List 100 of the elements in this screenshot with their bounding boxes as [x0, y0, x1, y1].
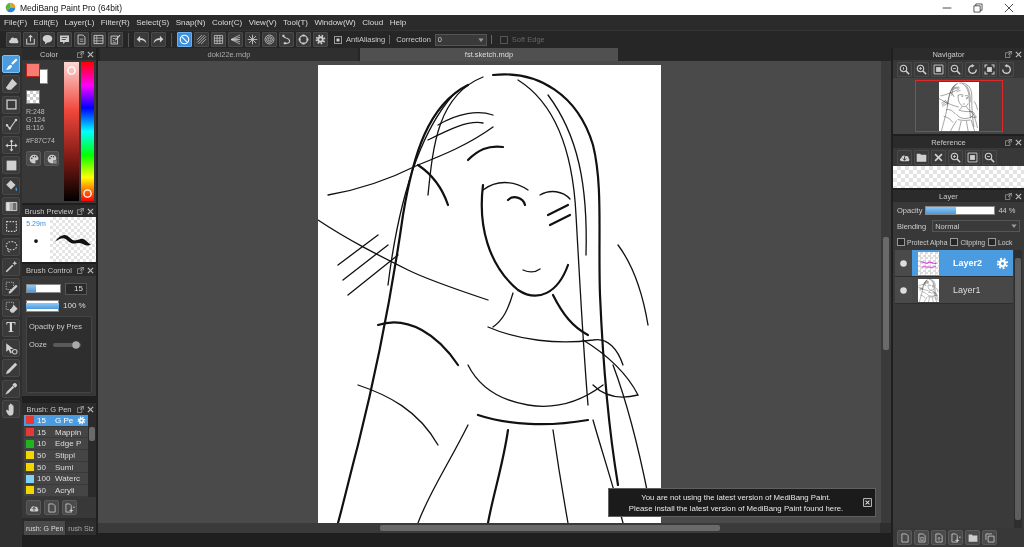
menu-item[interactable]: Cloud	[362, 18, 384, 27]
zoom-in-button[interactable]	[948, 149, 963, 165]
size-field[interactable]: 15	[65, 282, 87, 295]
snap-button[interactable]	[296, 32, 311, 47]
table-button[interactable]	[91, 32, 106, 47]
visibility-toggle[interactable]	[895, 250, 912, 276]
tool-button[interactable]	[2, 197, 20, 216]
close-icon[interactable]	[1015, 138, 1022, 146]
undo-button[interactable]	[134, 32, 149, 47]
tool-button[interactable]	[2, 136, 20, 155]
pop-out-icon[interactable]	[1005, 138, 1012, 146]
remove-button[interactable]	[931, 149, 946, 165]
menu-item[interactable]: Help	[389, 18, 407, 27]
page-add-button[interactable]	[948, 530, 963, 545]
foreground-color-swatch[interactable]	[26, 63, 40, 77]
page-add-button[interactable]	[62, 500, 77, 515]
menu-item[interactable]: View(V)	[248, 18, 277, 27]
antialiasing-checkbox[interactable]	[334, 35, 342, 44]
tool-button[interactable]	[2, 95, 20, 114]
slider-thumb-icon[interactable]	[67, 65, 76, 75]
menu-item[interactable]: Layer(L)	[64, 18, 95, 27]
actual-size-button[interactable]	[897, 61, 912, 77]
scrollbar-thumb[interactable]	[89, 427, 95, 441]
tool-button[interactable]	[2, 75, 20, 94]
menu-item[interactable]: Select(S)	[136, 18, 170, 27]
edit-button[interactable]	[108, 32, 123, 47]
brush-list-item[interactable]: 10 Edge P	[24, 438, 88, 451]
tool-button[interactable]	[2, 176, 20, 195]
menu-item[interactable]: Tool(T)	[283, 18, 308, 27]
pop-out-icon[interactable]	[1005, 50, 1012, 58]
rotate-left-button[interactable]	[965, 61, 980, 77]
tool-button[interactable]	[2, 156, 20, 175]
palette-button[interactable]	[26, 151, 41, 166]
tool-button[interactable]	[2, 257, 20, 276]
snap-button[interactable]	[211, 32, 226, 47]
rotate-right-button[interactable]	[999, 61, 1014, 77]
snap-button[interactable]	[262, 32, 277, 47]
snap-button[interactable]	[177, 32, 192, 47]
ooze-slider[interactable]	[52, 342, 81, 347]
close-icon[interactable]	[87, 266, 94, 274]
tool-button[interactable]: T	[2, 318, 20, 337]
menu-item[interactable]: File(F)	[4, 18, 28, 27]
page-button[interactable]	[74, 32, 89, 47]
scrollbar-thumb[interactable]	[1015, 258, 1021, 520]
close-icon[interactable]	[1015, 50, 1022, 58]
share-button[interactable]	[23, 32, 38, 47]
pop-out-icon[interactable]	[77, 405, 84, 413]
fit-view-button[interactable]	[965, 149, 980, 165]
menu-item[interactable]: Filter(R)	[100, 18, 130, 27]
cloud-upload-button[interactable]	[26, 500, 41, 515]
snap-button[interactable]	[194, 32, 209, 47]
brush-list-item[interactable]: 100 Waterc	[24, 473, 88, 486]
slider-thumb-icon[interactable]	[83, 189, 92, 199]
fit-view-button[interactable]	[931, 61, 946, 77]
background-color-swatch[interactable]	[40, 69, 48, 84]
close-icon[interactable]	[863, 498, 872, 507]
size-slider[interactable]	[26, 284, 61, 293]
tool-button[interactable]	[2, 298, 20, 317]
snap-button[interactable]	[279, 32, 294, 47]
folder-button[interactable]	[965, 530, 980, 545]
redo-button[interactable]	[151, 32, 166, 47]
snap-button[interactable]	[245, 32, 260, 47]
close-icon[interactable]	[87, 405, 94, 413]
pop-out-icon[interactable]	[77, 50, 84, 58]
menu-item[interactable]: Edit(E)	[33, 18, 59, 27]
scrollbar-thumb[interactable]	[380, 525, 720, 531]
view-frame[interactable]	[914, 80, 1003, 132]
page-layer-button[interactable]	[914, 530, 929, 545]
scrollbar-thumb[interactable]	[883, 237, 889, 350]
copy-button[interactable]	[982, 530, 997, 545]
close-icon[interactable]	[1015, 192, 1022, 200]
palette-swatch-button[interactable]	[44, 151, 59, 166]
zoom-out-button[interactable]	[948, 61, 963, 77]
pop-out-icon[interactable]	[1005, 192, 1012, 200]
checkbox[interactable]	[950, 238, 959, 246]
new-layer-button[interactable]	[897, 530, 912, 545]
slider-thumb-icon[interactable]	[71, 340, 80, 349]
tool-button[interactable]	[2, 217, 20, 236]
snap-button[interactable]	[313, 32, 328, 47]
lightness-slider[interactable]	[64, 62, 79, 201]
comment-button[interactable]	[57, 32, 72, 47]
cloud-download-button[interactable]	[897, 149, 912, 165]
tool-button[interactable]	[2, 237, 20, 256]
page-upload-button[interactable]	[931, 530, 946, 545]
tool-button[interactable]	[2, 379, 20, 398]
hue-slider[interactable]	[81, 62, 94, 201]
menu-item[interactable]: Snap(N)	[175, 18, 206, 27]
speech-bubble-button[interactable]	[40, 32, 55, 47]
checkbox[interactable]	[897, 238, 905, 246]
checkbox[interactable]	[988, 238, 996, 246]
transparent-color-swatch[interactable]	[26, 90, 40, 104]
brush-list-item[interactable]: 50 Stippl	[24, 450, 88, 462]
folder-button[interactable]	[914, 149, 929, 165]
tool-button[interactable]	[2, 278, 20, 297]
fit-screen-button[interactable]	[982, 61, 997, 77]
tool-button[interactable]	[2, 339, 20, 358]
brush-list-item[interactable]: 50 Acryli	[24, 485, 88, 497]
tool-button[interactable]	[2, 400, 20, 419]
zoom-out-button[interactable]	[982, 149, 997, 165]
snap-button[interactable]	[228, 32, 243, 47]
